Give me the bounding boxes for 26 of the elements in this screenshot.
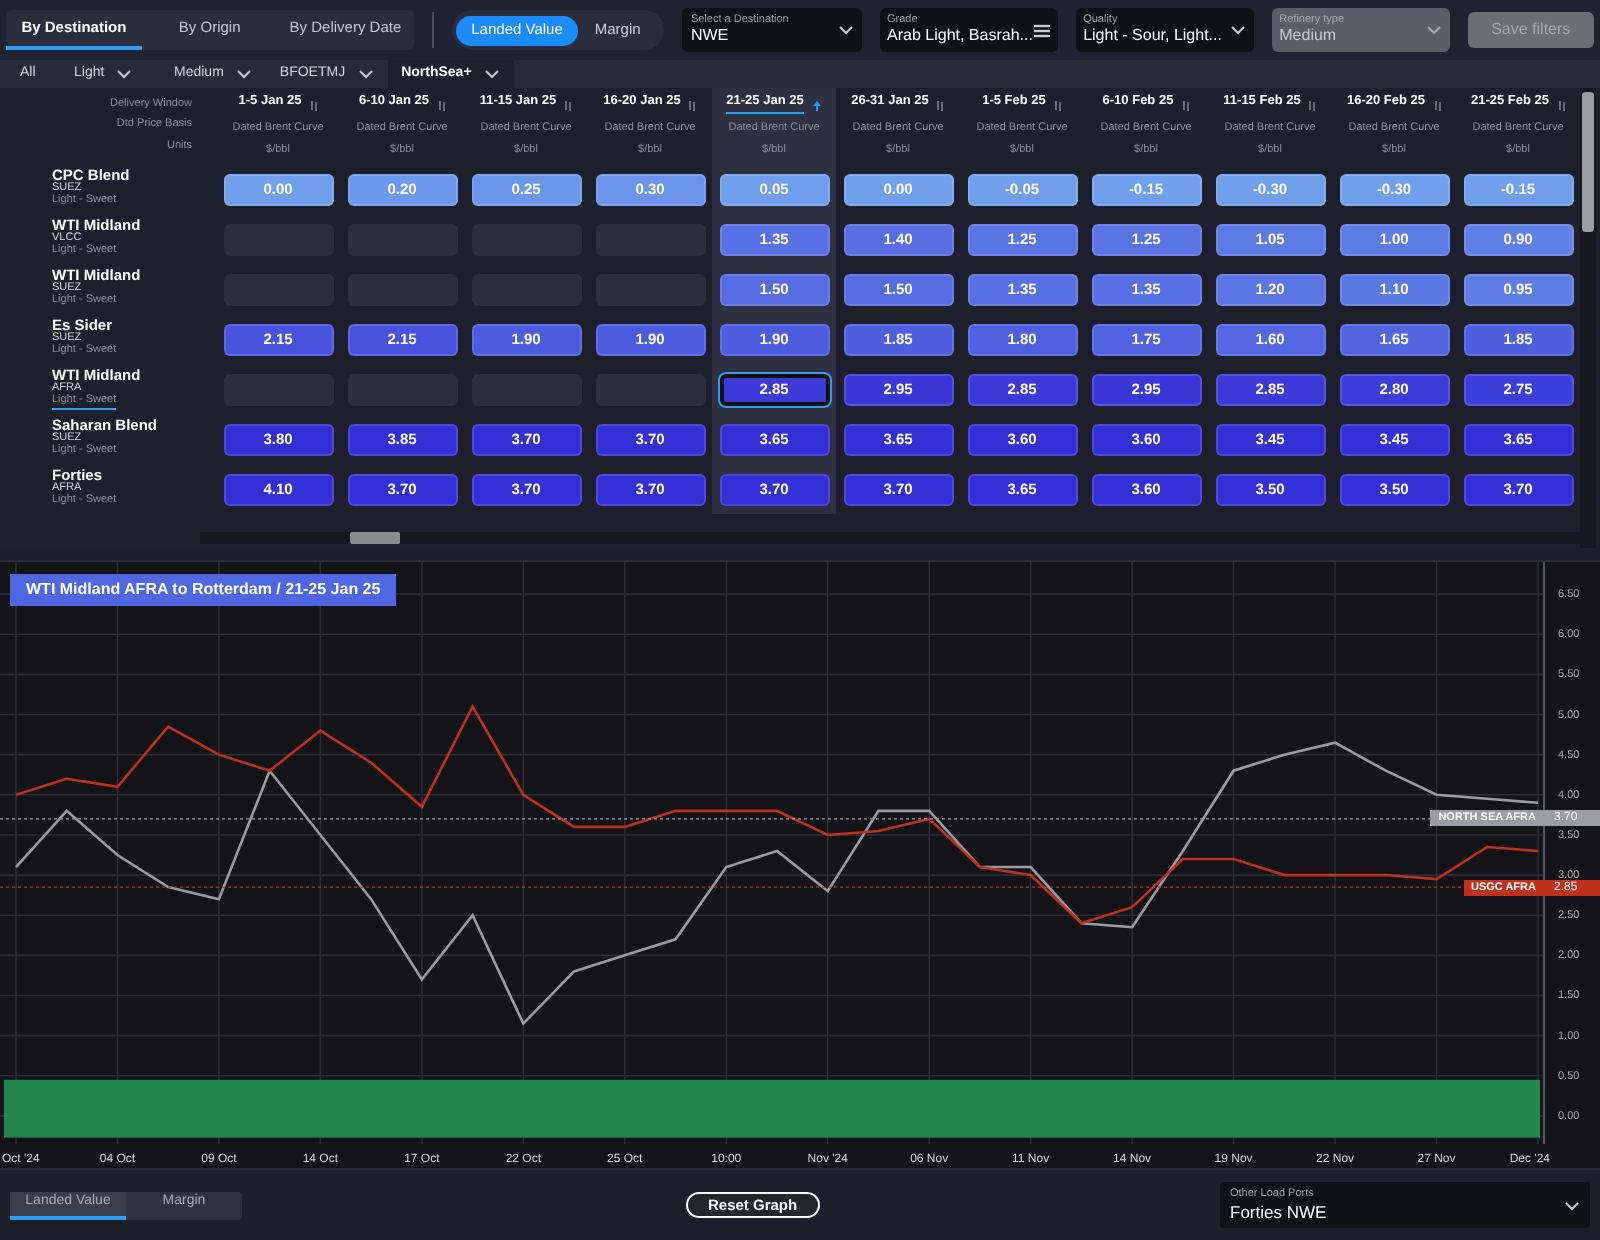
arrow-up-icon — [811, 99, 822, 111]
sort-icon — [437, 99, 446, 111]
scrollbar-thumb[interactable] — [1582, 92, 1594, 232]
chevron-down-icon — [1564, 1199, 1580, 1211]
dropdown-value: Arab Light, Basrah... — [887, 28, 1034, 45]
sort-icon — [1557, 99, 1566, 111]
dropdown-value: Light - Sour, Light... — [1083, 28, 1224, 45]
list-icon — [1033, 23, 1050, 37]
chevron-down-icon — [1229, 24, 1246, 36]
sort-icon — [936, 99, 945, 111]
chart-title: WTI Midland AFRA to Rotterdam / 21-25 Jan 25 — [10, 574, 397, 606]
sort-icon — [564, 99, 573, 111]
sort-icon — [688, 99, 697, 111]
dropdown-value: NWE — [690, 28, 731, 45]
chevron-down-icon — [1425, 24, 1442, 36]
sort-icon — [1181, 99, 1190, 111]
dropdown-value: Medium — [1279, 28, 1339, 45]
chevron-down-icon — [837, 24, 854, 36]
horizontal-scrollbar[interactable] — [200, 532, 1580, 544]
sort-icon — [1053, 99, 1062, 111]
sort-icon — [309, 99, 318, 111]
dropdown-value: Forties NWE — [1230, 1203, 1329, 1220]
vertical-scrollbar[interactable] — [1580, 88, 1596, 548]
sort-icon — [1308, 99, 1317, 111]
sort-icon — [1433, 99, 1442, 111]
scrollbar-thumb[interactable] — [350, 532, 400, 544]
